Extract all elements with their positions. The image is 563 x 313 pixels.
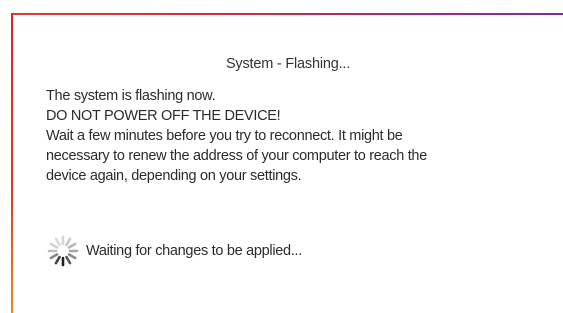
warning-line: DO NOT POWER OFF THE DEVICE! (46, 108, 281, 124)
waiting-status: Waiting for changes to be applied... (46, 233, 302, 269)
loading-spinner-icon (47, 235, 79, 267)
message-line: necessary to renew the address of your c… (46, 148, 427, 164)
waiting-status-text: Waiting for changes to be applied... (86, 243, 302, 259)
dialog-title: System - Flashing... (225, 56, 351, 72)
dialog-border-top (11, 13, 563, 15)
message-line: device again, depending on your settings… (46, 168, 302, 184)
dialog-message: The system is flashing now. DO NOT POWER… (46, 86, 546, 186)
message-line: Wait a few minutes before you try to rec… (46, 128, 403, 144)
message-line: The system is flashing now. (46, 88, 216, 104)
flashing-dialog: System - Flashing... The system is flash… (0, 0, 563, 313)
